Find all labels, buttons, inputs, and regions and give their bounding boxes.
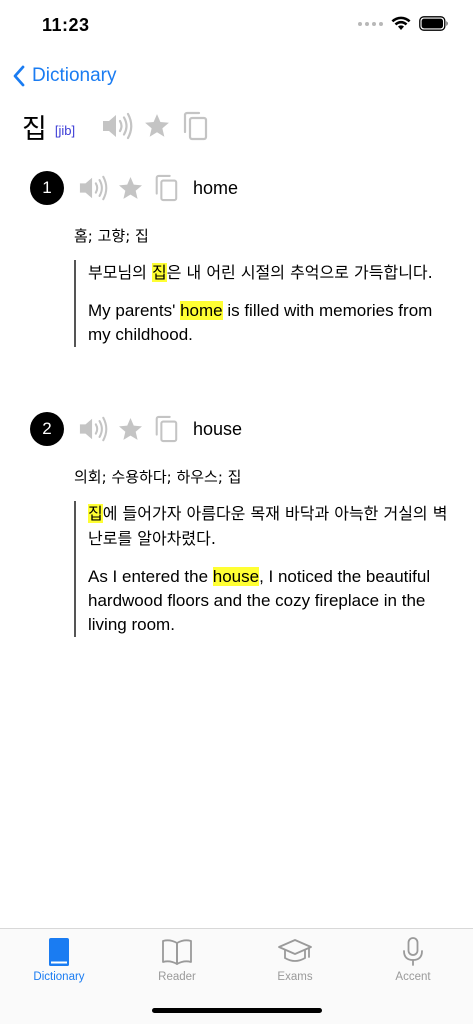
sense-gloss: house (193, 418, 243, 439)
star-icon[interactable] (117, 416, 144, 443)
sense-header: 2 house (30, 412, 450, 446)
book-icon (49, 938, 69, 966)
sense-body: 홈; 고향; 집 부모님의 집은 내 어린 시절의 추억으로 가득합니다. My… (30, 225, 450, 347)
status-icons (358, 16, 449, 31)
sense-number-badge: 1 (30, 171, 64, 205)
sense-translations: 홈; 고향; 집 (74, 227, 149, 245)
sense-item: 1 home 홈; 고향; 집 부모님의 집은 내 어린 시절의 추억으로 가득… (30, 171, 450, 347)
speaker-icon[interactable] (78, 174, 108, 202)
status-bar: 11:23 (0, 0, 473, 54)
battery-icon (419, 16, 448, 31)
example-text: 에 들어가자 아름다운 목재 바닥과 아늑한 거실의 벽난로를 알아차렸다. (88, 504, 448, 548)
example-text: As I entered the (88, 567, 213, 586)
back-label: Dictionary (32, 65, 117, 86)
tab-dictionary[interactable]: Dictionary (0, 937, 118, 983)
example-text: 은 내 어린 시절의 추억으로 가득합니다. (166, 263, 433, 282)
microphone-icon (403, 937, 423, 966)
sense-header: 1 home (30, 171, 450, 205)
wifi-icon (391, 16, 411, 30)
star-icon[interactable] (117, 175, 144, 202)
example-korean: 부모님의 집은 내 어린 시절의 추억으로 가득합니다. (88, 260, 450, 285)
tab-label: Dictionary (33, 971, 85, 983)
example-korean: 집에 들어가자 아름다운 목재 바닥과 아늑한 거실의 벽난로를 알아차렸다. (88, 501, 450, 551)
tab-accent[interactable]: Accent (354, 937, 472, 983)
example-english: My parents' home is filled with memories… (88, 299, 450, 347)
signal-icon (358, 21, 383, 26)
open-book-icon (162, 939, 192, 965)
copy-icon[interactable] (153, 415, 179, 443)
status-time: 11:23 (42, 15, 90, 35)
sense-actions (78, 415, 179, 443)
entry-header: 집 [jib] (22, 104, 209, 148)
example-highlight: 집 (88, 504, 103, 523)
chevron-left-icon (13, 65, 25, 87)
example-highlight: 집 (151, 263, 167, 282)
copy-icon[interactable] (153, 174, 179, 202)
tab-label: Exams (277, 971, 313, 983)
sense-number-badge: 2 (30, 412, 64, 446)
example-text: My parents' (88, 301, 181, 320)
example-highlight: home (180, 301, 223, 320)
speaker-icon[interactable] (101, 111, 133, 141)
copy-icon[interactable] (181, 111, 209, 141)
sense-body: 의회; 수용하다; 하우스; 집 집에 들어가자 아름다운 목재 바닥과 아늑한… (30, 466, 450, 637)
example-highlight: house (212, 567, 260, 586)
example-block: 집에 들어가자 아름다운 목재 바닥과 아늑한 거실의 벽난로를 알아차렸다. … (74, 501, 450, 637)
sense-actions (78, 174, 179, 202)
tab-label: Accent (395, 971, 431, 983)
graduation-cap-icon (278, 939, 312, 962)
entry-romanization: [jib] (54, 122, 76, 138)
example-english: As I entered the house, I noticed the be… (88, 565, 450, 637)
tab-exams[interactable]: Exams (236, 937, 354, 983)
sense-translations: 의회; 수용하다; 하우스; 집 (74, 468, 242, 486)
entry-actions (101, 111, 209, 141)
entry-word: 집 (22, 113, 47, 145)
example-block: 부모님의 집은 내 어린 시절의 추억으로 가득합니다. My parents'… (74, 260, 450, 347)
sense-gloss: home (193, 177, 239, 198)
tab-reader[interactable]: Reader (118, 937, 236, 983)
home-indicator[interactable] (152, 1008, 322, 1013)
back-button[interactable]: Dictionary (12, 60, 116, 92)
star-icon[interactable] (143, 112, 171, 140)
tab-label: Reader (158, 971, 196, 983)
speaker-icon[interactable] (78, 415, 108, 443)
example-text: 부모님의 (88, 263, 152, 282)
sense-item: 2 house 의회; 수용하다; 하우스; 집 집에 들어가자 아름다운 목재… (30, 412, 450, 637)
